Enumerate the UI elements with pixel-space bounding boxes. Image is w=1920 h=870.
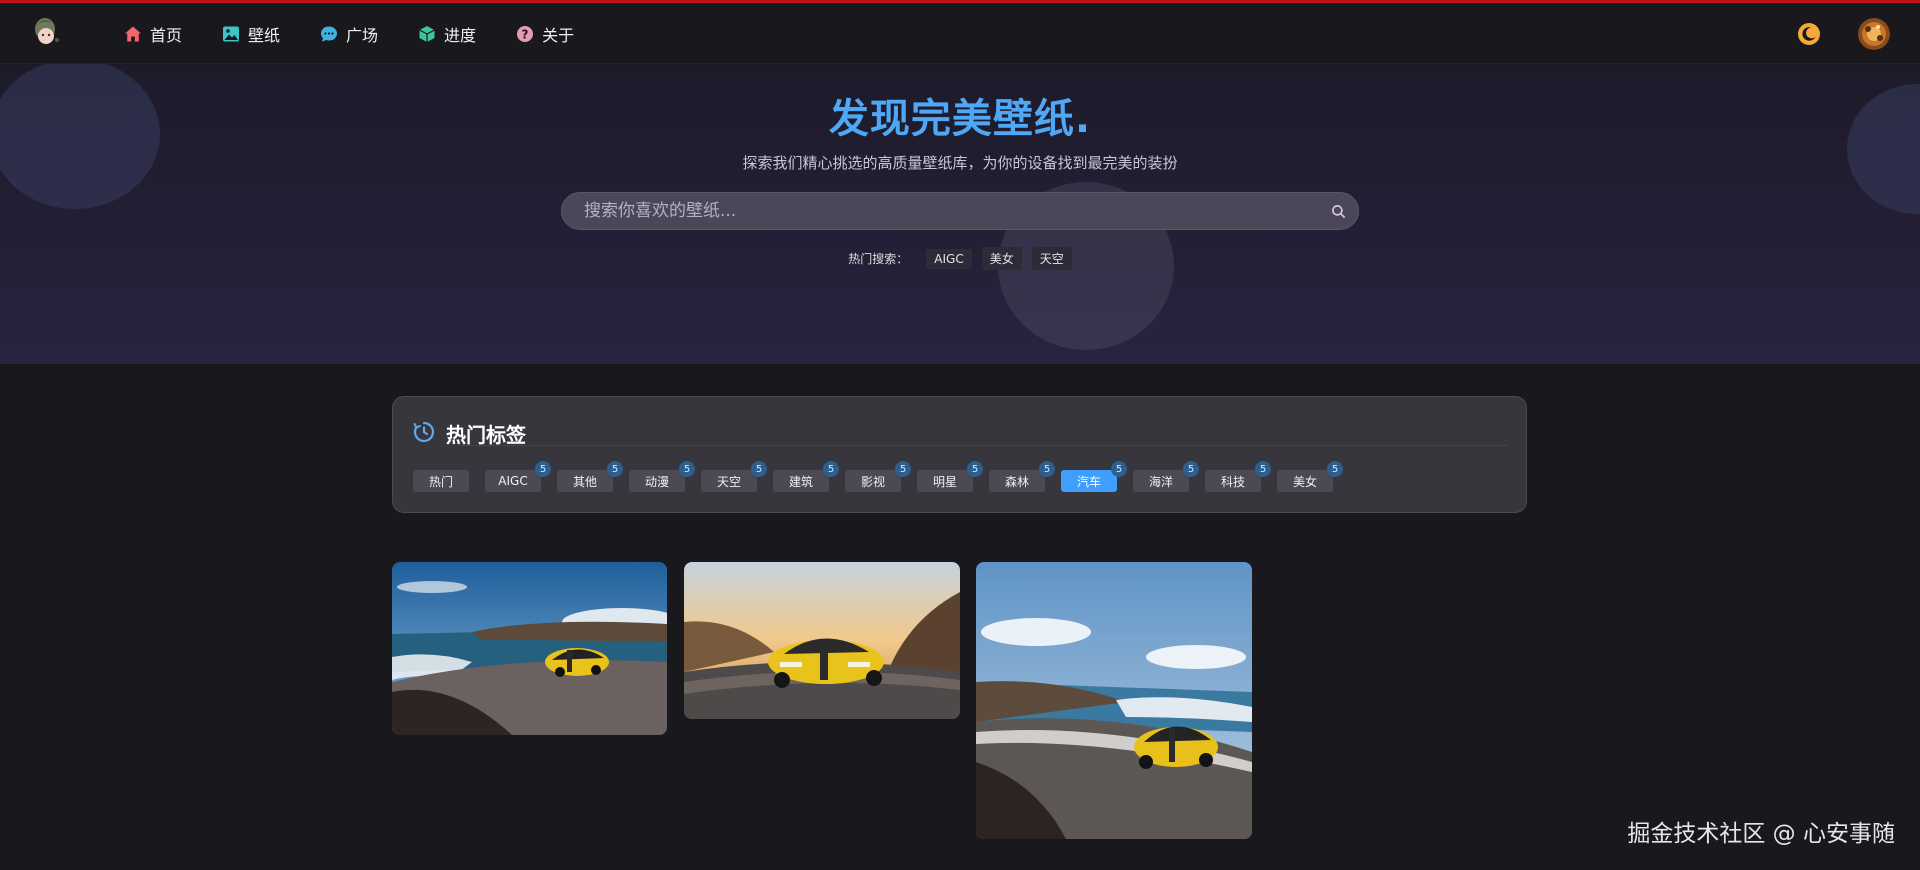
nav-home[interactable]: 首页 (124, 22, 182, 46)
tag-count-badge: 5 (751, 461, 767, 477)
tag-count-badge: 5 (679, 461, 695, 477)
tag-count-badge: 5 (607, 461, 623, 477)
svg-text:?: ? (522, 27, 529, 41)
clock-history-icon (413, 421, 435, 447)
tag-label[interactable]: 影视 (845, 470, 901, 492)
search-icon[interactable] (1318, 193, 1358, 229)
tag-count-badge: 5 (823, 461, 839, 477)
wallpaper-card[interactable] (976, 562, 1252, 839)
tag-item[interactable]: 科技 5 (1205, 461, 1277, 494)
tag-count-badge: 5 (895, 461, 911, 477)
search-input[interactable] (562, 193, 1318, 229)
tag-item[interactable]: 森林 5 (989, 461, 1061, 494)
tag-count-badge: 5 (1183, 461, 1199, 477)
tag-item[interactable]: 影视 5 (845, 461, 917, 494)
hot-search-chip[interactable]: 天空 (1031, 247, 1072, 270)
wallpaper-image (392, 562, 667, 735)
tag-item[interactable]: 动漫 5 (629, 461, 701, 494)
hot-searches: 热门搜索： AIGC 美女 天空 (0, 247, 1920, 270)
wallpaper-card[interactable] (392, 562, 667, 735)
help-circle-icon: ? (516, 25, 534, 43)
home-icon (124, 25, 142, 43)
tag-count-badge: 5 (1039, 461, 1055, 477)
user-avatar[interactable] (1858, 17, 1890, 50)
moon-icon[interactable] (1797, 22, 1821, 46)
tag-item[interactable]: 热门 (413, 470, 485, 494)
tag-label[interactable]: 建筑 (773, 470, 829, 492)
tag-label[interactable]: 其他 (557, 470, 613, 492)
tag-list: 热门 AIGC 5 其他 5 动漫 5 天空 5 建筑 5 影视 5 明星 5 (413, 461, 1349, 494)
tag-label[interactable]: 天空 (701, 470, 757, 492)
tag-count-badge: 5 (535, 461, 551, 477)
tag-item[interactable]: 其他 5 (557, 461, 629, 494)
nav-home-label: 首页 (150, 25, 183, 45)
tag-label[interactable]: 动漫 (629, 470, 685, 492)
hero-title: 发现完美壁纸. (828, 96, 1092, 142)
tag-item[interactable]: 海洋 5 (1133, 461, 1205, 494)
tag-label[interactable]: 明星 (917, 470, 973, 492)
tag-item[interactable]: 明星 5 (917, 461, 989, 494)
tag-count-badge: 5 (967, 461, 983, 477)
wallpaper-card[interactable] (684, 562, 960, 719)
cube-icon (418, 25, 436, 43)
hero-section: 发现完美壁纸. 探索我们精心挑选的高质量壁纸库，为你的设备找到最完美的装扮 热门… (0, 64, 1920, 364)
nav-wallpaper[interactable]: 壁纸 (222, 22, 280, 46)
nav-square[interactable]: 广场 (320, 22, 378, 46)
tag-item[interactable]: 美女 5 (1277, 461, 1349, 494)
search-bar (561, 192, 1359, 230)
tag-item[interactable]: 天空 5 (701, 461, 773, 494)
navbar: 首页 壁纸 广场 进度 ? 关于 (0, 3, 1920, 64)
hot-searches-label: 热门搜索： (848, 252, 909, 266)
tag-label[interactable]: 汽车 (1061, 470, 1117, 492)
tag-item-active[interactable]: 汽车 5 (1061, 461, 1133, 494)
tag-label[interactable]: 科技 (1205, 470, 1261, 492)
hot-tags-card: 热门标签 热门 AIGC 5 其他 5 动漫 5 天空 5 建筑 5 影视 5 (392, 396, 1527, 513)
tag-count-badge: 5 (1111, 461, 1127, 477)
hot-search-chip[interactable]: AIGC (926, 248, 972, 269)
tag-label[interactable]: 森林 (989, 470, 1045, 492)
nav-right (1797, 3, 1890, 64)
hero-subtitle: 探索我们精心挑选的高质量壁纸库，为你的设备找到最完美的装扮 (742, 154, 1178, 172)
nav-square-label: 广场 (346, 25, 379, 45)
tag-count-badge: 5 (1327, 461, 1343, 477)
main-menu: 首页 壁纸 广场 进度 ? 关于 (124, 3, 614, 64)
watermark: 掘金技术社区 @ 心安事随 (1627, 821, 1895, 847)
nav-about[interactable]: ? 关于 (516, 22, 574, 46)
wallpaper-image (684, 562, 960, 719)
tag-label[interactable]: 海洋 (1133, 470, 1189, 492)
wallpaper-image (976, 562, 1252, 839)
tag-label[interactable]: AIGC (485, 470, 541, 492)
site-logo[interactable] (30, 14, 70, 50)
tag-label[interactable]: 美女 (1277, 470, 1333, 492)
tag-count-badge: 5 (1255, 461, 1271, 477)
hot-tags-title: 热门标签 (446, 423, 526, 447)
hot-search-chip[interactable]: 美女 (981, 247, 1022, 270)
tag-label[interactable]: 热门 (413, 470, 469, 492)
nav-progress[interactable]: 进度 (418, 22, 476, 46)
image-icon (222, 25, 240, 43)
chat-icon (320, 25, 338, 43)
tag-item[interactable]: AIGC 5 (485, 461, 557, 494)
hot-tags-header: 热门标签 (413, 419, 526, 448)
divider (459, 445, 1508, 446)
nav-wallpaper-label: 壁纸 (248, 25, 281, 45)
nav-progress-label: 进度 (444, 25, 477, 45)
nav-about-label: 关于 (542, 25, 575, 45)
tag-item[interactable]: 建筑 5 (773, 461, 845, 494)
